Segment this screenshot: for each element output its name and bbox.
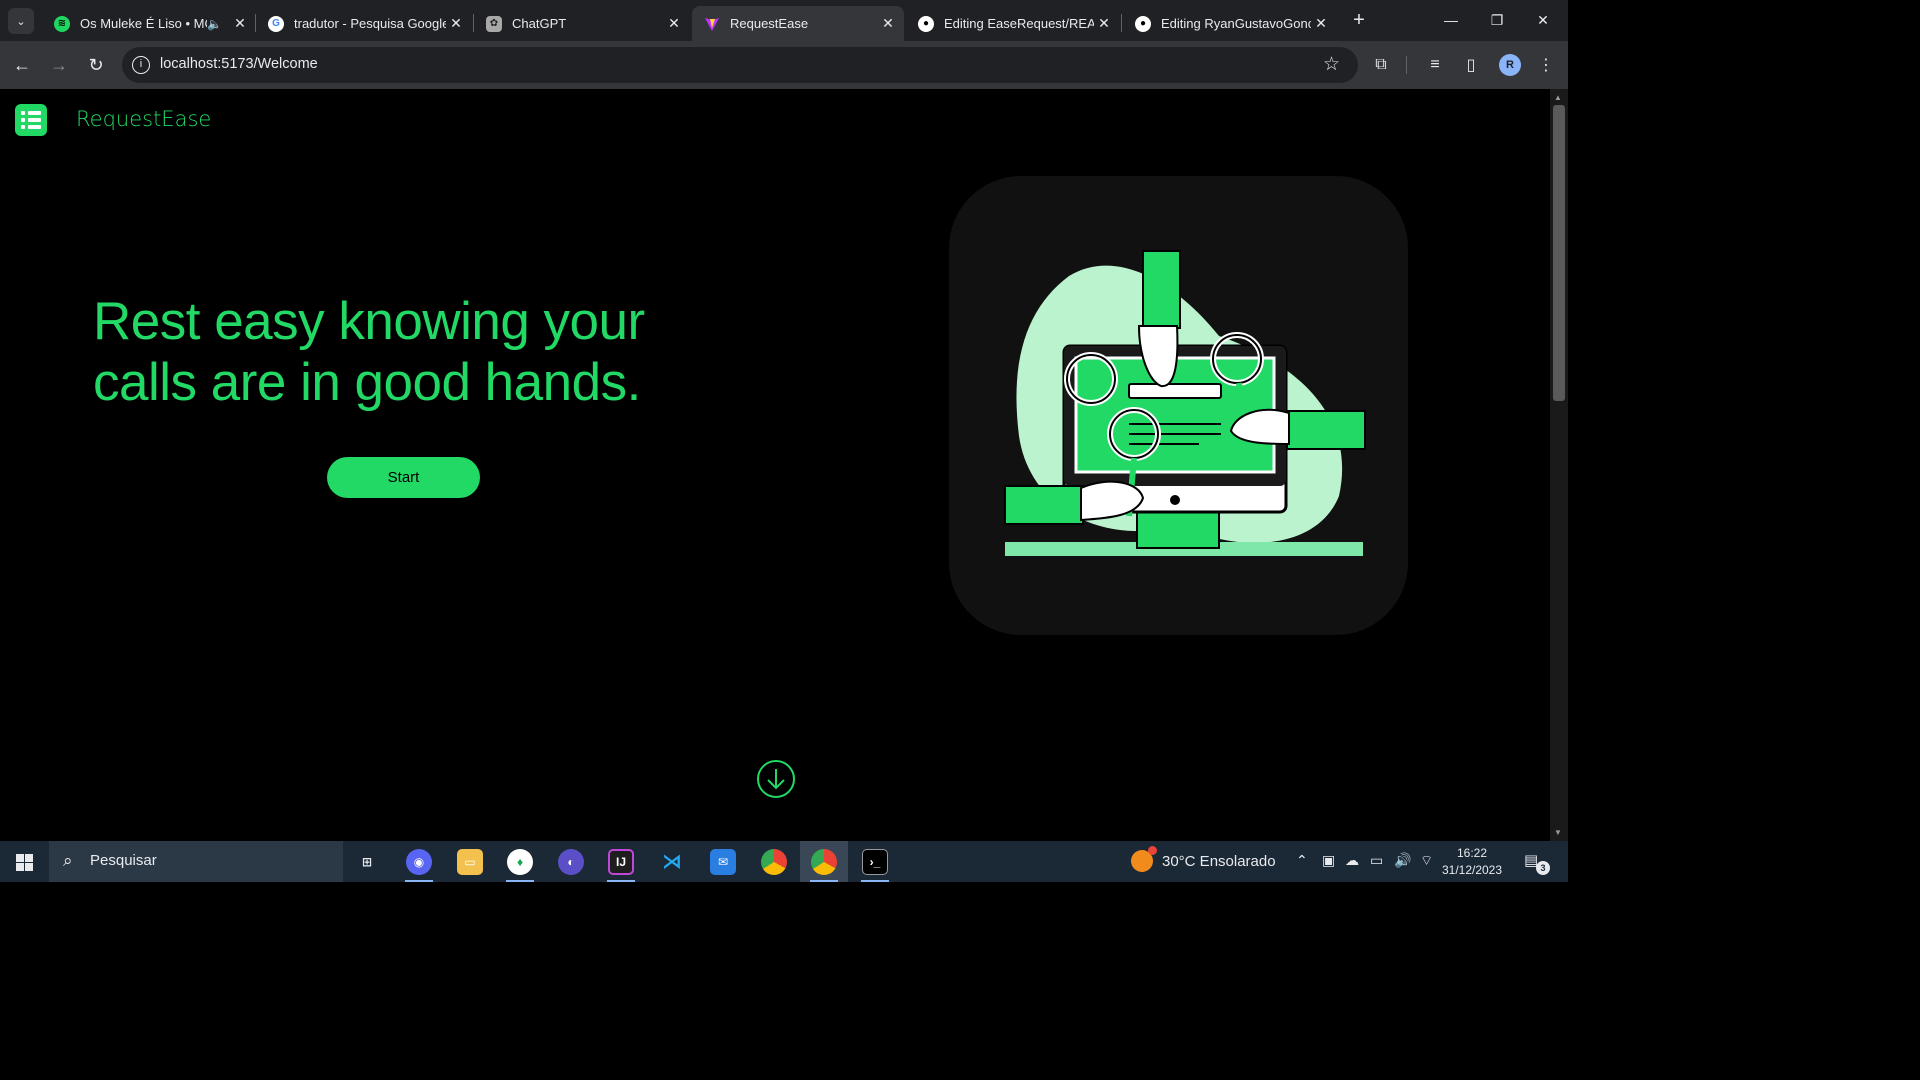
sun-icon: [1131, 846, 1157, 872]
brand-name[interactable]: RequestEase: [76, 107, 211, 131]
speaker-icon[interactable]: 🔈: [207, 17, 222, 31]
reload-icon[interactable]: ↻: [82, 51, 110, 79]
media-control-icon[interactable]: ≡: [1423, 53, 1447, 77]
back-arrow-icon[interactable]: ←: [8, 51, 36, 79]
address-bar[interactable]: i localhost:5173/Welcome ☆: [122, 47, 1358, 83]
mongodb-compass-icon[interactable]: ♦: [496, 841, 544, 882]
restore-button[interactable]: ❐: [1474, 0, 1520, 40]
scrollbar-thumb[interactable]: [1553, 105, 1565, 401]
close-tab-icon[interactable]: ✕: [664, 15, 684, 32]
tab-requestease[interactable]: RequestEase ✕: [692, 6, 904, 41]
weather-widget[interactable]: 30°C Ensolarado: [1131, 846, 1276, 872]
close-window-button[interactable]: ✕: [1520, 0, 1566, 40]
tab-github-readme[interactable]: ● Editing EaseRequest/READ ✕: [906, 6, 1120, 41]
chevron-up-icon[interactable]: ⌃: [1296, 852, 1308, 869]
volume-icon[interactable]: 🔊: [1394, 852, 1411, 869]
system-clock[interactable]: 16:22 31/12/2023: [1440, 845, 1504, 879]
site-info-icon[interactable]: i: [132, 56, 150, 74]
file-explorer-icon[interactable]: ▭: [446, 841, 494, 882]
illustration-card: [949, 176, 1408, 635]
page-viewport: RequestEase Rest easy knowing your calls…: [0, 89, 1550, 841]
search-icon: ⌕: [63, 851, 73, 870]
tab-google[interactable]: G tradutor - Pesquisa Google ✕: [256, 6, 472, 41]
toolbar-divider: [1406, 56, 1407, 74]
close-tab-icon[interactable]: ✕: [230, 15, 250, 32]
eclipse-icon[interactable]: ◐: [547, 841, 595, 882]
intellij-icon[interactable]: IJ: [597, 841, 645, 882]
tab-separator: [1121, 14, 1122, 32]
minimize-button[interactable]: —: [1428, 0, 1474, 40]
taskbar-search[interactable]: ⌕ Pesquisar: [49, 841, 343, 882]
battery-icon[interactable]: ▭: [1370, 852, 1383, 869]
task-view-icon[interactable]: ⊞: [343, 841, 391, 882]
scroll-down-icon[interactable]: ▼: [1554, 828, 1562, 837]
start-button[interactable]: Start: [327, 457, 480, 498]
onedrive-cloud-icon[interactable]: ☁: [1345, 852, 1359, 869]
chrome-icon[interactable]: [750, 841, 798, 882]
profile-avatar[interactable]: R: [1499, 54, 1521, 76]
more-menu-icon[interactable]: ⋮: [1534, 53, 1558, 77]
discord-icon[interactable]: ◉: [395, 841, 443, 882]
scroll-up-icon[interactable]: ▲: [1554, 93, 1562, 102]
wifi-icon[interactable]: ⌔: [1420, 852, 1433, 870]
tab-chatgpt[interactable]: ✿ ChatGPT ✕: [474, 6, 690, 41]
close-tab-icon[interactable]: ✕: [878, 15, 898, 32]
close-tab-icon[interactable]: ✕: [446, 15, 466, 32]
chatgpt-icon: ✿: [486, 15, 502, 32]
page-scrollbar[interactable]: ▲ ▼: [1550, 89, 1568, 841]
tab-search-button[interactable]: ⌄: [8, 8, 34, 34]
url-text[interactable]: localhost:5173/Welcome: [160, 56, 318, 72]
tab-github-profile[interactable]: ● Editing RyanGustavoGonc ✕: [1123, 6, 1337, 41]
mail-icon[interactable]: ✉: [699, 841, 747, 882]
chrome-profile-icon[interactable]: [800, 841, 848, 882]
google-icon: G: [268, 15, 284, 32]
search-illustration: [1004, 250, 1366, 556]
browser-toolbar: ← → ↻ i localhost:5173/Welcome ☆ ⧉ ≡ ▯ R…: [0, 41, 1568, 89]
arrow-down-icon: [767, 769, 785, 790]
vite-icon: [704, 16, 720, 32]
scroll-down-button[interactable]: [757, 760, 795, 798]
extensions-icon[interactable]: ⧉: [1369, 53, 1393, 77]
hero-heading: Rest easy knowing your calls are in good…: [93, 292, 645, 412]
bookmark-star-icon[interactable]: ☆: [1323, 53, 1340, 76]
device-icon[interactable]: ▣: [1322, 852, 1335, 869]
spotify-icon: ≋: [54, 15, 70, 32]
github-icon: ●: [1135, 15, 1151, 32]
vscode-icon[interactable]: ⋊: [648, 841, 696, 882]
close-tab-icon[interactable]: ✕: [1311, 15, 1331, 32]
tab-spotify[interactable]: ≋ Os Muleke É Liso • MC 🔈 ✕: [42, 6, 256, 41]
forward-arrow-icon[interactable]: →: [45, 51, 73, 79]
windows-start-icon[interactable]: [16, 854, 33, 871]
github-icon: ●: [918, 15, 934, 32]
notification-icon[interactable]: ▤ 3: [1524, 851, 1550, 875]
terminal-icon[interactable]: ›_: [851, 841, 899, 882]
tab-strip: ⌄ ≋ Os Muleke É Liso • MC 🔈 ✕ G tradutor…: [0, 0, 1568, 41]
close-tab-icon[interactable]: ✕: [1094, 15, 1114, 32]
side-panel-icon[interactable]: ▯: [1459, 53, 1483, 77]
windows-taskbar: ⌕ Pesquisar ⊞ ◉ ▭ ♦ ◐ IJ ⋊ ✉ ›_ 30°C Ens…: [0, 841, 1568, 882]
app-logo[interactable]: [15, 104, 47, 136]
new-tab-button[interactable]: +: [1348, 9, 1370, 31]
